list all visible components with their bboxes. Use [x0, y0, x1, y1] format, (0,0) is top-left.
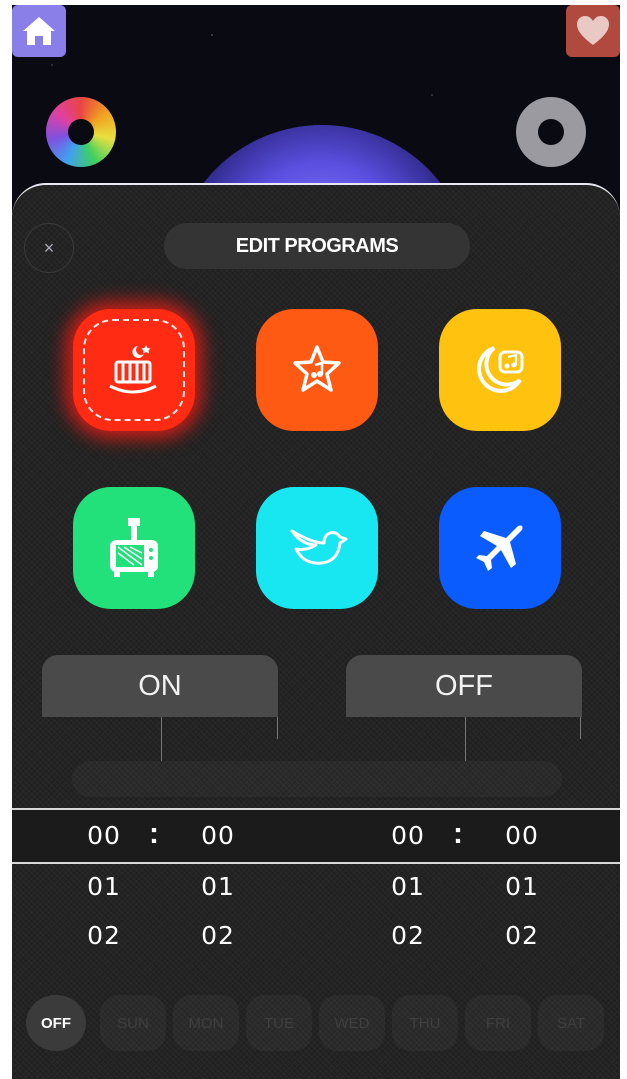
dialog-title: EDIT PROGRAMS: [164, 223, 470, 269]
on-hour-option[interactable]: 01: [74, 872, 134, 901]
on-minute-option[interactable]: 02: [188, 921, 248, 950]
on-tab[interactable]: ON: [42, 655, 278, 717]
off-minute-option[interactable]: 01: [492, 872, 552, 901]
app-screen: × EDIT PROGRAMS ON OFF 00: 00 00: 00 0…: [12, 5, 620, 1079]
program-airplane-button[interactable]: [439, 487, 561, 609]
close-button[interactable]: ×: [24, 223, 74, 273]
tick-mark: [465, 717, 466, 761]
day-sat-button[interactable]: SAT: [538, 995, 604, 1051]
white-light-icon[interactable]: [516, 97, 586, 167]
program-bird-button[interactable]: [256, 487, 378, 609]
tick-mark: [161, 717, 162, 761]
favorite-button[interactable]: [566, 5, 620, 57]
on-minute-option[interactable]: 01: [188, 872, 248, 901]
crib-moon-icon: [109, 345, 157, 394]
airplane-icon: [476, 525, 523, 571]
off-tab[interactable]: OFF: [346, 655, 582, 717]
color-wheel-icon[interactable]: [46, 97, 116, 167]
moon-music-icon: [477, 346, 524, 393]
program-tv-button[interactable]: [73, 487, 195, 609]
heart-icon: [577, 16, 609, 45]
star-music-icon: [293, 345, 341, 392]
off-hour-option[interactable]: 02: [378, 921, 438, 950]
off-label: OFF: [435, 669, 493, 702]
off-hour-option[interactable]: 01: [378, 872, 438, 901]
home-icon: [23, 17, 55, 45]
program-crib-button[interactable]: [73, 309, 195, 431]
close-icon: ×: [43, 237, 55, 258]
day-selector: OFF SUN MON TUE WED THU FRI SAT: [26, 995, 616, 1051]
tick-mark: [277, 717, 278, 739]
day-sun-button[interactable]: SUN: [100, 995, 166, 1051]
bird-icon: [290, 529, 348, 565]
on-hour-selected[interactable]: 00: [74, 821, 134, 850]
day-off-button[interactable]: OFF: [26, 995, 86, 1051]
day-wed-button[interactable]: WED: [319, 995, 385, 1051]
time-separator: :: [453, 817, 463, 850]
tick-mark: [580, 717, 581, 739]
on-minute-selected[interactable]: 00: [188, 821, 248, 850]
on-label: ON: [138, 669, 182, 702]
program-star-music-button[interactable]: [256, 309, 378, 431]
off-hour-selected[interactable]: 00: [378, 821, 438, 850]
home-button[interactable]: [12, 5, 66, 57]
tv-icon: [110, 518, 158, 577]
off-minute-option[interactable]: 02: [492, 921, 552, 950]
background-slider: [72, 761, 562, 797]
off-minute-selected[interactable]: 00: [492, 821, 552, 850]
day-mon-button[interactable]: MON: [173, 995, 239, 1051]
time-separator: :: [149, 817, 159, 850]
program-moon-music-button[interactable]: [439, 309, 561, 431]
on-hour-option[interactable]: 02: [74, 921, 134, 950]
day-thu-button[interactable]: THU: [392, 995, 458, 1051]
day-tue-button[interactable]: TUE: [246, 995, 312, 1051]
day-fri-button[interactable]: FRI: [465, 995, 531, 1051]
